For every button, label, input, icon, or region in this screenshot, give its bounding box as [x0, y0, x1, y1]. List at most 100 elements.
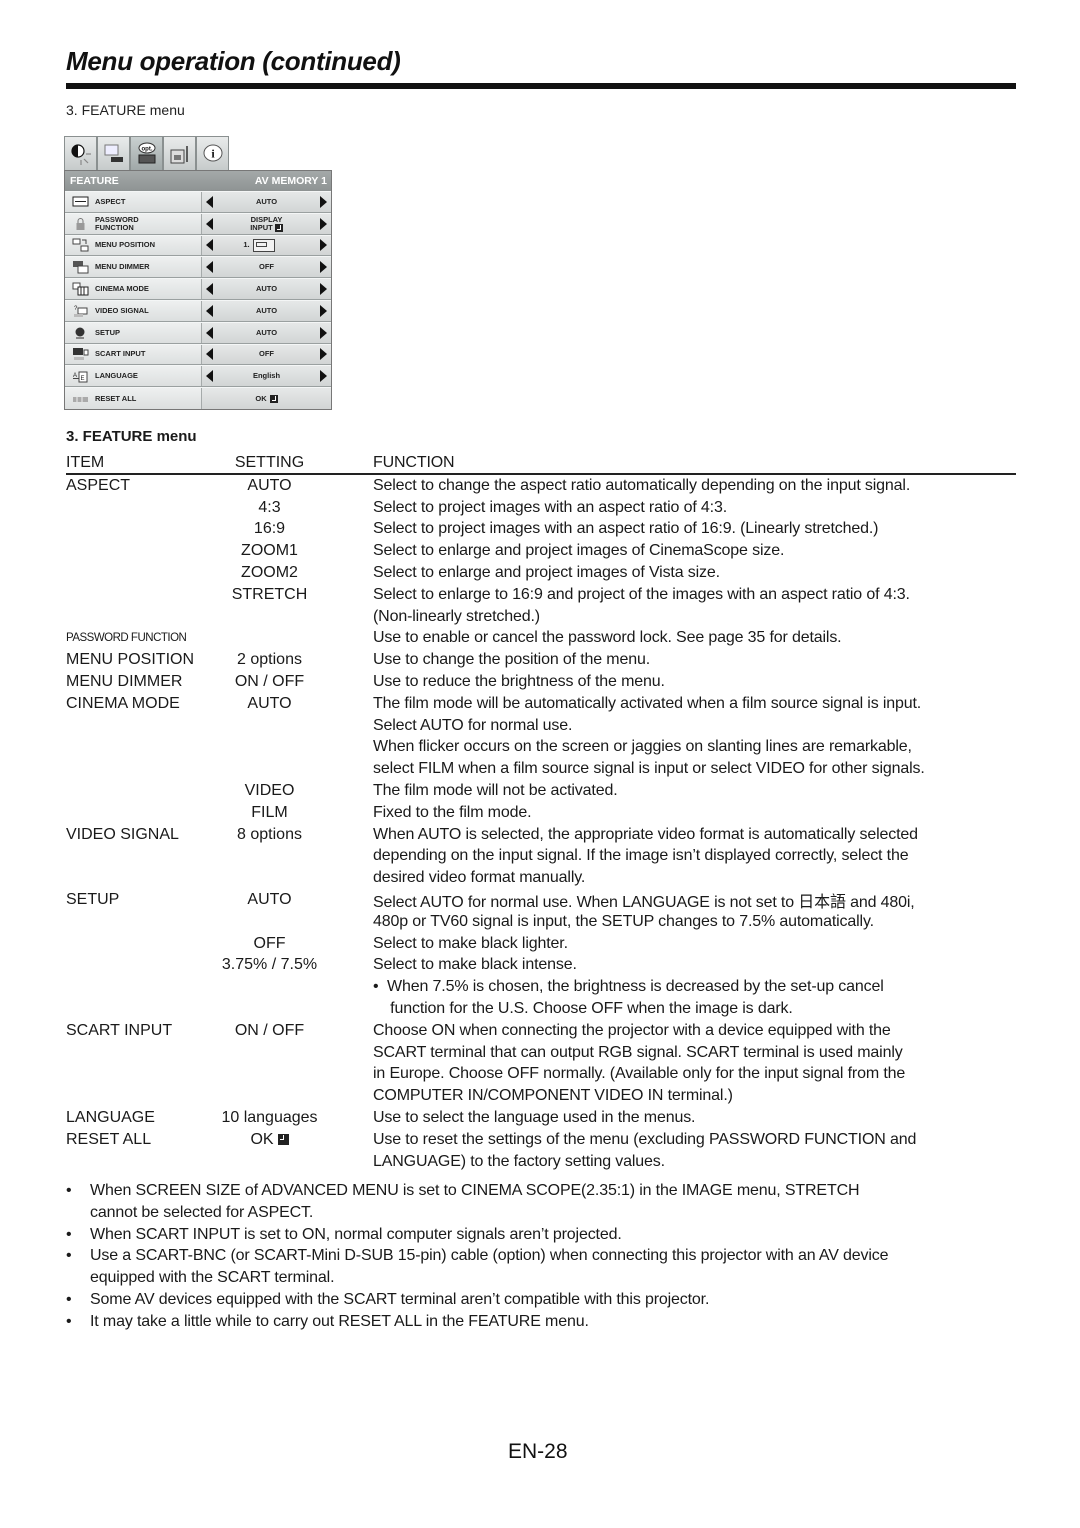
opt-projector-icon: opt. [138, 142, 155, 163]
note-item: • When SCREEN SIZE of ADVANCED MENU is se… [66, 1180, 1026, 1224]
item-cell: CINEMA MODE [66, 694, 180, 712]
page-number: EN-28 [508, 1440, 568, 1463]
table-row: OFF Select to make black lighter. [66, 933, 1016, 955]
menu-row-setup[interactable]: SETUP AUTO [65, 321, 331, 344]
menu-row-menu-dimmer[interactable]: MENU DIMMER OFF [65, 256, 331, 279]
bullet-icon: • [66, 1247, 72, 1265]
setting-cell: OFF [253, 934, 286, 952]
setting-cell: 8 options [237, 825, 302, 843]
arrow-right-icon[interactable] [320, 326, 327, 339]
table-row: 3.75% / 7.5% Select to make black intense… [66, 955, 1016, 977]
setting-cell: STRETCH [231, 585, 308, 603]
function-cell: COMPUTER IN/COMPONENT VIDEO IN terminal.… [373, 1087, 733, 1105]
setting-cell: 16:9 [253, 520, 286, 538]
function-cell: (Non-linearly stretched.) [373, 607, 540, 625]
arrow-left-icon[interactable] [206, 261, 213, 274]
info-icon: i [203, 144, 222, 161]
menu-row-reset-all[interactable]: RESET ALL OK [65, 387, 331, 409]
section-heading: 3. FEATURE menu [66, 428, 197, 445]
item-cell: RESET ALL [66, 1130, 152, 1148]
table-row: LANGUAGE) to the factory setting values. [66, 1151, 1016, 1173]
menu-position-preview-icon [252, 238, 275, 252]
menu-row-language[interactable]: AE LANGUAGE English [65, 365, 331, 388]
reset-ok-button[interactable]: OK [206, 394, 327, 403]
arrow-left-icon[interactable] [206, 326, 213, 339]
item-cell: ASPECT [66, 476, 131, 494]
menu-row-password-function[interactable]: PASSWORD FUNCTION DISPLAY INPUT [65, 212, 331, 235]
arrow-left-icon[interactable] [206, 283, 213, 296]
note-text: When SCART INPUT is set to ON, normal co… [90, 1225, 622, 1243]
arrow-right-icon[interactable] [320, 195, 327, 208]
table-row: PASSWORD FUNCTION Use to enable or cancel… [66, 628, 1016, 650]
menu-row-scart-input[interactable]: SCART INPUT OFF [65, 343, 331, 366]
setup-icon [65, 326, 95, 340]
arrow-left-icon[interactable] [206, 217, 213, 230]
menu-row-video-signal[interactable]: ? VIDEO SIGNAL AUTO [65, 299, 331, 322]
arrow-right-icon[interactable] [320, 304, 327, 317]
arrow-left-icon[interactable] [206, 195, 213, 208]
arrow-right-icon[interactable] [320, 261, 327, 274]
bullet-icon: • [66, 1225, 72, 1243]
function-cell: Select to make black lighter. [373, 934, 568, 952]
menu-header-title: FEATURE [70, 175, 119, 187]
video-signal-icon: ? [65, 304, 95, 318]
notes-list: • When SCREEN SIZE of ADVANCED MENU is se… [66, 1180, 1026, 1333]
title-rule [66, 83, 1016, 89]
menu-header: FEATURE AV MEMORY 1 [65, 171, 331, 191]
setting-cell: 4:3 [258, 498, 281, 516]
arrow-right-icon[interactable] [320, 370, 327, 383]
table-row: 4:3 Select to project images with an aspe… [66, 497, 1016, 519]
column-header-setting: SETTING [234, 454, 305, 471]
arrow-right-icon[interactable] [319, 239, 327, 252]
language-icon: AE [65, 369, 95, 383]
table-row: • When 7.5% is chosen, the brightness is… [66, 976, 1016, 998]
arrow-left-icon[interactable] [206, 304, 213, 317]
table-row: 480p or TV60 signal is input, the SETUP … [66, 911, 1016, 933]
item-cell: VIDEO SIGNAL [66, 825, 179, 843]
arrow-left-icon[interactable] [206, 239, 213, 252]
arrow-right-icon[interactable] [320, 283, 327, 296]
setting-cell: ON / OFF [234, 673, 305, 691]
function-cell: Select to enlarge and project images of … [373, 564, 720, 582]
arrow-left-icon[interactable] [206, 370, 213, 383]
setting-cell: ON / OFF [234, 1021, 305, 1039]
note-item: • It may take a little while to carry out… [66, 1311, 1026, 1333]
table-row: VIDEO The film mode will not be activated… [66, 780, 1016, 802]
arrow-right-icon[interactable] [320, 217, 327, 230]
function-cell: select FILM when a film source signal is… [373, 760, 925, 778]
table-row: When flicker occurs on the screen or jag… [66, 737, 1016, 759]
item-cell: MENU DIMMER [66, 673, 183, 691]
function-cell: Use to reset the settings of the menu (e… [373, 1130, 917, 1148]
arrow-right-icon[interactable] [320, 348, 327, 361]
tab-image[interactable] [64, 136, 97, 170]
item-cell: MENU POSITION [66, 651, 195, 669]
table-row: MENU DIMMER ON / OFF Use to reduce the bri… [66, 671, 1016, 693]
bullet-icon: • [66, 1312, 72, 1330]
function-cell: Use to reduce the brightness of the menu… [373, 673, 665, 691]
tab-installation[interactable] [97, 136, 130, 170]
tab-information[interactable]: i [196, 136, 229, 170]
function-cell: The film mode will not be activated. [373, 782, 618, 800]
note-item: • Use a SCART-BNC (or SCART-Mini D-SUB 15… [66, 1245, 1026, 1289]
arrow-left-icon[interactable] [206, 348, 213, 361]
table-row: SCART terminal that can output RGB signa… [66, 1042, 1016, 1064]
tab-signal[interactable] [163, 136, 196, 170]
table-row: select FILM when a film source signal is… [66, 758, 1016, 780]
setting-cell: 2 options [237, 651, 302, 669]
note-item: • When SCART INPUT is set to ON, normal c… [66, 1224, 1026, 1246]
menu-row-cinema-mode[interactable]: CINEMA MODE AUTO [65, 278, 331, 300]
table-row: Select AUTO for normal use. [66, 715, 1016, 737]
aspect-icon [65, 195, 95, 209]
function-cell: desired video format manually. [373, 869, 586, 887]
menu-row-aspect[interactable]: ASPECT AUTO [65, 191, 331, 213]
reset-icon [65, 392, 95, 406]
table-row: desired video format manually. [66, 867, 1016, 889]
enter-icon [274, 223, 283, 232]
menu-row-menu-position[interactable]: MENU POSITION 1. [65, 234, 331, 257]
tab-feature[interactable]: opt. [130, 136, 163, 170]
table-body: ASPECT AUTO Select to change the aspect ra… [66, 475, 1016, 1173]
table-row: COMPUTER IN/COMPONENT VIDEO IN terminal.… [66, 1085, 1016, 1107]
function-cell: 480p or TV60 signal is input, the SETUP … [373, 912, 874, 930]
function-cell: Select to change the aspect ratio automa… [373, 476, 911, 494]
table-header: ITEM SETTING FUNCTION [66, 453, 1016, 475]
